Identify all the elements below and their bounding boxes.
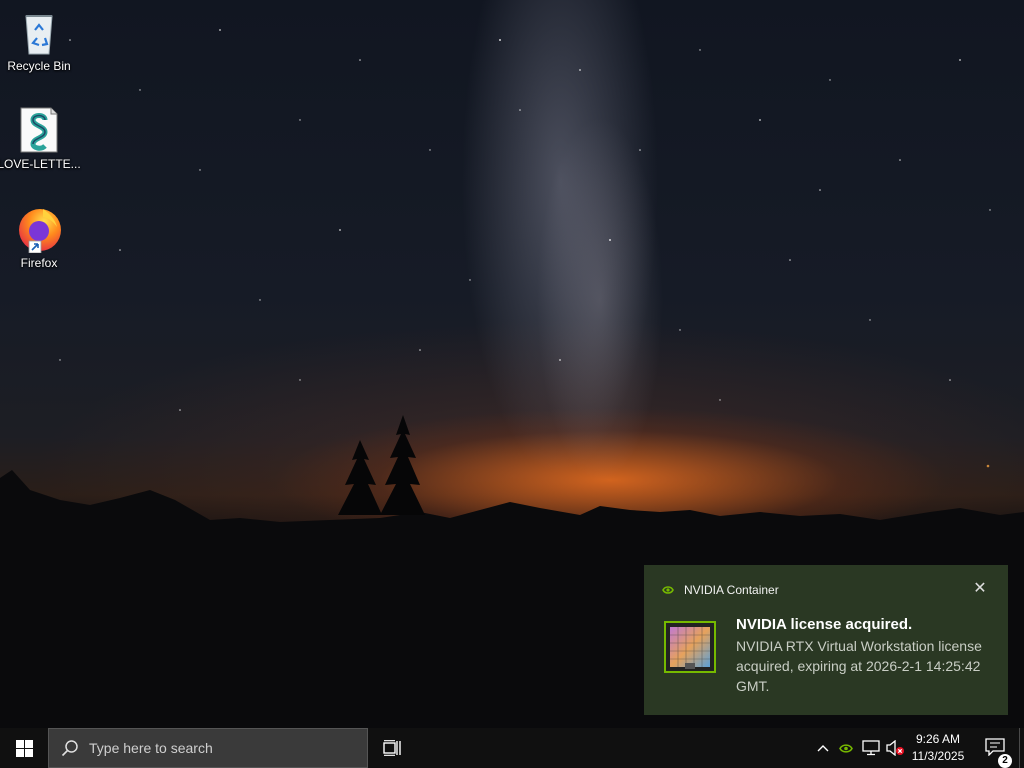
action-center-button[interactable]: 2 — [978, 728, 1012, 768]
toast-app-name: NVIDIA Container — [684, 583, 779, 597]
search-box[interactable]: Type here to search — [48, 728, 368, 768]
toast-header: NVIDIA Container — [662, 583, 779, 597]
nvidia-icon — [839, 743, 853, 753]
notification-toast[interactable]: NVIDIA Container ✕ NVIDIA license acquir… — [644, 565, 1008, 715]
desktop-icon-love-letter[interactable]: LOVE-LETTE... — [0, 106, 81, 171]
taskbar: Type here to search 9:26 AM 11/3/2025 2 — [0, 728, 1024, 768]
firefox-icon — [15, 205, 63, 254]
desktop-icon-recycle-bin[interactable]: Recycle Bin — [1, 8, 77, 73]
clock-time: 9:26 AM — [915, 732, 961, 746]
desktop-icon-firefox[interactable]: Firefox — [1, 205, 77, 270]
network-icon — [862, 740, 880, 756]
volume-muted-icon — [886, 740, 904, 756]
clock-date: 11/3/2025 — [911, 749, 965, 763]
close-icon[interactable]: ✕ — [972, 581, 988, 597]
show-hidden-icons-button[interactable] — [813, 728, 833, 768]
show-desktop-button[interactable] — [1019, 728, 1024, 768]
stars — [59, 29, 991, 468]
toast-body: NVIDIA RTX Virtual Workstation license a… — [736, 638, 982, 694]
script-file-icon — [15, 106, 63, 154]
tray-volume[interactable] — [884, 728, 906, 768]
task-view-icon — [383, 740, 401, 756]
desktop-icon-label: Firefox — [20, 256, 58, 270]
recycle-bin-icon — [15, 8, 63, 56]
nvidia-logo-icon — [662, 586, 674, 594]
search-icon — [61, 740, 78, 757]
tray-network[interactable] — [860, 728, 882, 768]
nvidia-gpu-icon — [664, 621, 716, 673]
notification-count-badge: 2 — [998, 754, 1012, 768]
search-placeholder: Type here to search — [89, 740, 213, 756]
toast-title: NVIDIA license acquired. — [736, 616, 913, 633]
start-button[interactable] — [0, 728, 48, 768]
desktop-icon-label: Recycle Bin — [7, 59, 71, 73]
chevron-up-icon — [817, 745, 829, 752]
tree-silhouettes — [338, 415, 425, 515]
tray-nvidia[interactable] — [836, 728, 856, 768]
desktop-icon-label: LOVE-LETTE... — [0, 157, 81, 171]
windows-logo-icon — [15, 739, 33, 757]
task-view-button[interactable] — [376, 728, 408, 768]
system-clock[interactable]: 9:26 AM 11/3/2025 — [904, 728, 972, 768]
